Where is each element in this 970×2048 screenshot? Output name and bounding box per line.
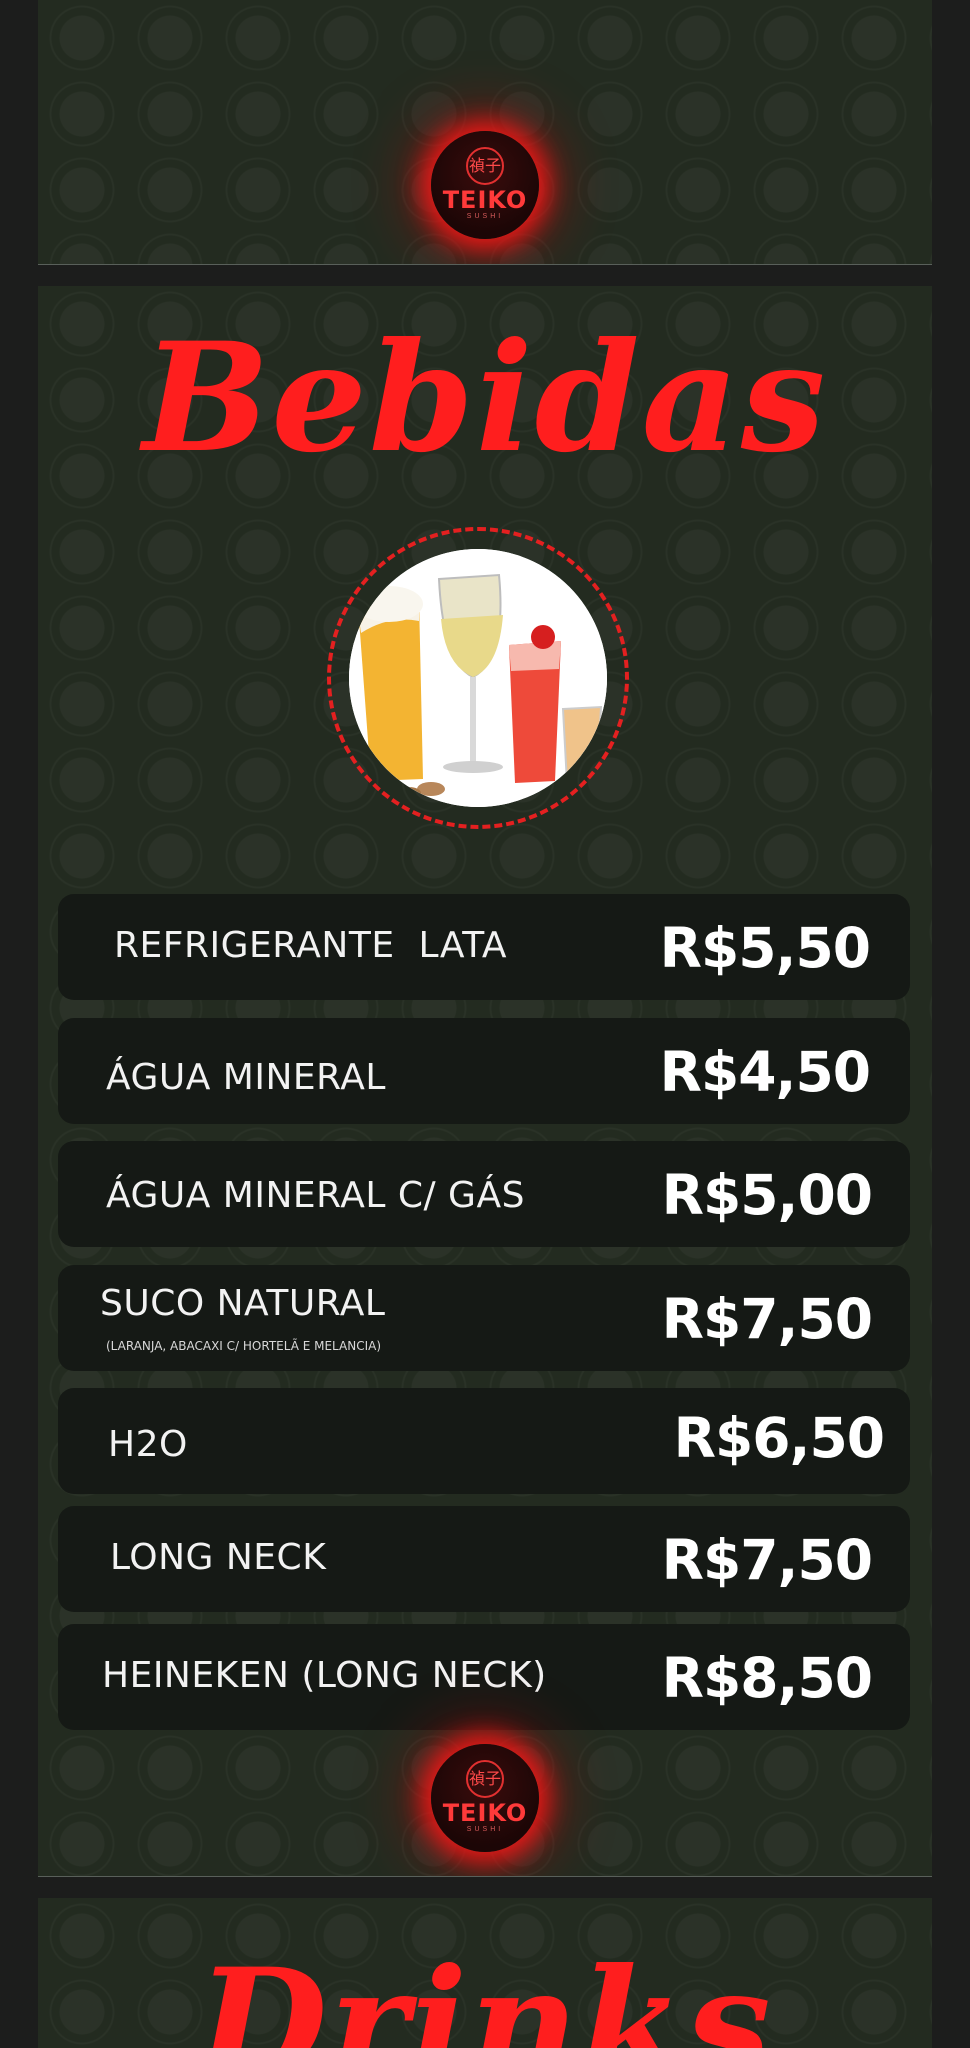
item-price: R$5,50 (659, 916, 871, 980)
item-price: R$4,50 (659, 1040, 871, 1104)
section-title: Bebidas (142, 310, 828, 486)
menu-header-panel: 禎子 TEIKO SUSHI (38, 0, 932, 265)
menu-item-heineken-long-neck: HEINEKEN (LONG NECK) R$8,50 (58, 1624, 910, 1730)
item-price: R$5,00 (661, 1163, 873, 1227)
logo-sub: SUSHI (466, 1826, 504, 1833)
drinks-photo-frame (327, 527, 629, 829)
item-price: R$6,50 (673, 1406, 885, 1470)
menu-item-suco-natural: SUCO NATURAL (LARANJA, ABACAXI C/ HORTEL… (58, 1265, 910, 1371)
drinks-panel: Drinks (38, 1898, 932, 2048)
logo-brand: TEIKO (442, 186, 528, 214)
item-note: (LARANJA, ABACAXI C/ HORTELÃ E MELANCIA) (106, 1339, 382, 1353)
item-price: R$8,50 (661, 1646, 873, 1710)
menu-item-long-neck: LONG NECK R$7,50 (58, 1506, 910, 1612)
item-name: HEINEKEN (LONG NECK) (102, 1655, 547, 1696)
logo-sub: SUSHI (466, 213, 504, 220)
menu-item-refrigerante-lata: REFRIGERANTE LATA R$5,50 (58, 894, 910, 1000)
menu-item-agua-mineral: ÁGUA MINERAL R$4,50 (58, 1018, 910, 1124)
item-name: SUCO NATURAL (100, 1283, 386, 1324)
teiko-logo: 禎子 TEIKO SUSHI (431, 131, 539, 239)
item-name: H2O (108, 1424, 188, 1465)
bebidas-panel: Bebidas REFRIGERANTE LATA R$5,50 ÁGUA MI… (38, 286, 932, 1877)
logo-brand: TEIKO (442, 1799, 528, 1827)
item-price: R$7,50 (661, 1287, 873, 1351)
item-name: REFRIGERANTE LATA (114, 925, 508, 966)
drinks-photo (349, 549, 607, 807)
item-name: LONG NECK (110, 1537, 327, 1578)
item-name: ÁGUA MINERAL C/ GÁS (106, 1175, 525, 1216)
item-name: ÁGUA MINERAL (106, 1057, 386, 1098)
next-section-title: Drinks (197, 1936, 773, 2048)
logo-kanji: 禎子 (466, 147, 504, 185)
logo-kanji: 禎子 (466, 1760, 504, 1798)
menu-item-agua-mineral-com-gas: ÁGUA MINERAL C/ GÁS R$5,00 (58, 1141, 910, 1247)
teiko-logo-footer: 禎子 TEIKO SUSHI (431, 1744, 539, 1852)
menu-item-h2o: H2O R$6,50 (58, 1388, 910, 1494)
item-price: R$7,50 (661, 1528, 873, 1592)
